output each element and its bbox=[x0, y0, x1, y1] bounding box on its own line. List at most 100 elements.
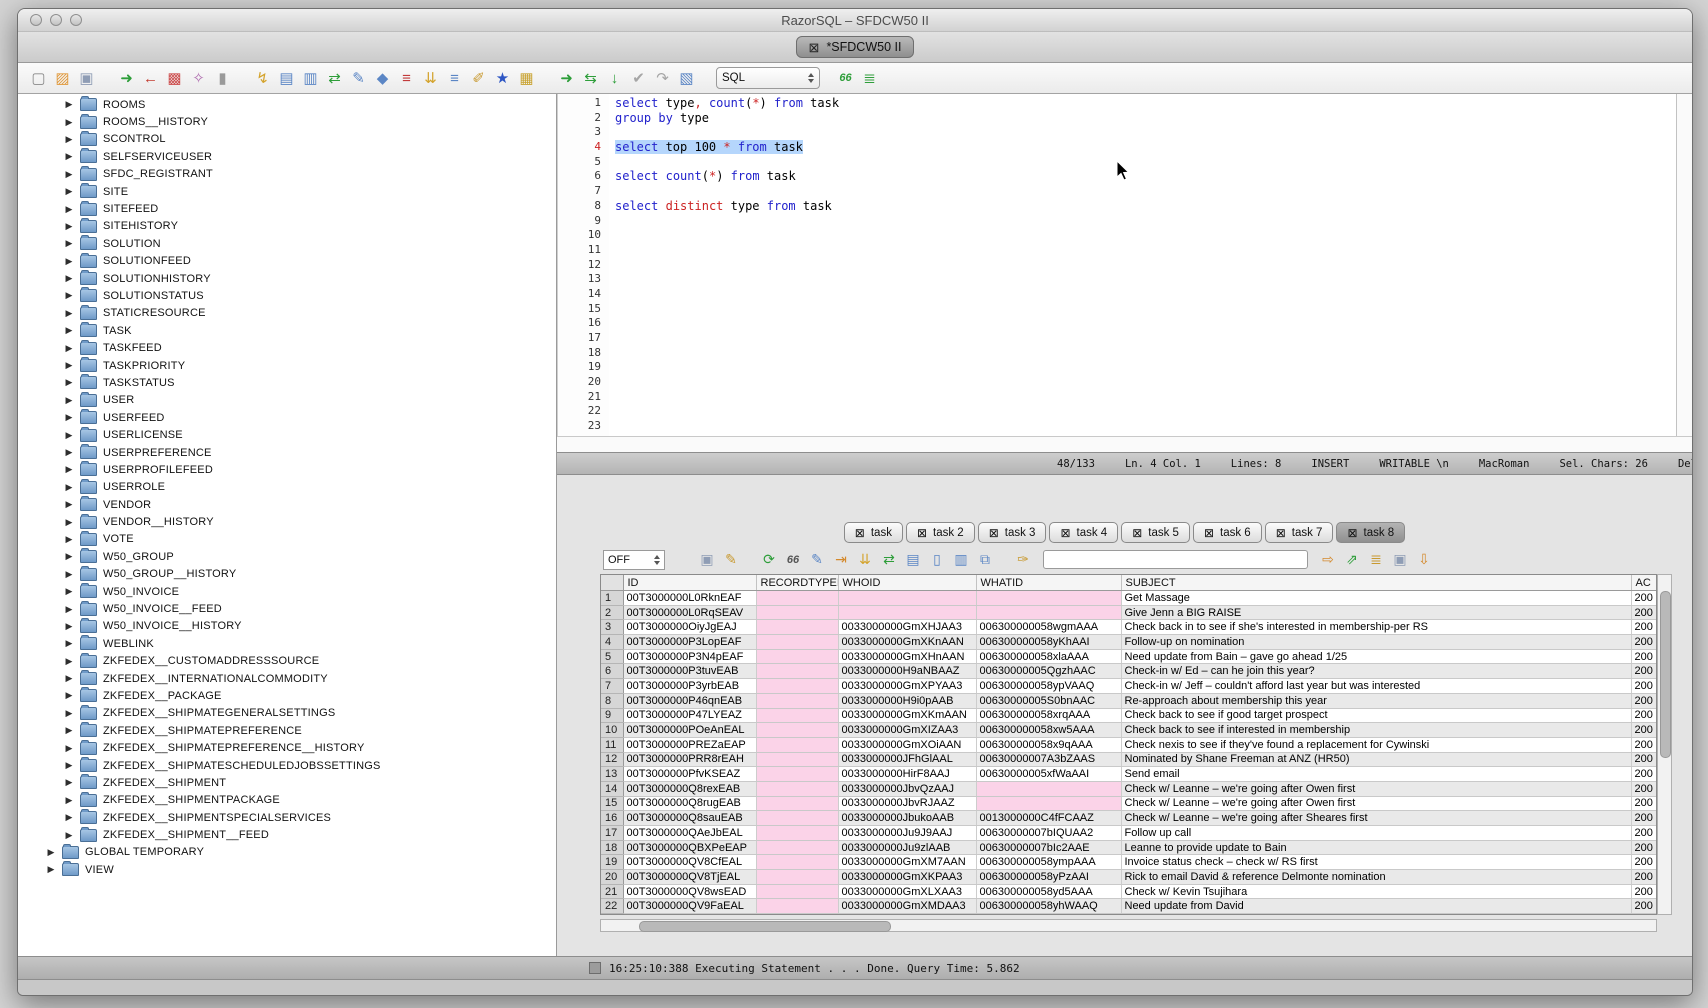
cell-recordtypeid[interactable] bbox=[756, 693, 838, 708]
cell-whatid[interactable]: 006300000058x9qAAA bbox=[976, 737, 1121, 752]
cell-recordtypeid[interactable] bbox=[756, 635, 838, 650]
cell-ac[interactable]: 200 bbox=[1631, 752, 1657, 767]
sidebar-item-userprofilefeed[interactable]: ▶USERPROFILEFEED bbox=[18, 461, 556, 478]
cell-id[interactable]: 00T3000000PfvKSEAZ bbox=[623, 767, 756, 782]
disclosure-triangle-icon[interactable]: ▶ bbox=[64, 517, 74, 528]
sidebar-item-weblink[interactable]: ▶WEBLINK bbox=[18, 635, 556, 652]
code-line[interactable] bbox=[615, 302, 1676, 317]
disclosure-triangle-icon[interactable]: ▶ bbox=[64, 256, 74, 267]
disclosure-triangle-icon[interactable]: ▶ bbox=[64, 273, 74, 284]
table-row[interactable]: 700T3000000P3yrbEAB0033000000GmXPYAA3006… bbox=[601, 679, 1657, 694]
sidebar-item-solutionhistory[interactable]: ▶SOLUTIONHISTORY bbox=[18, 270, 556, 287]
code-line[interactable] bbox=[615, 404, 1676, 419]
row-number[interactable]: 20 bbox=[601, 870, 623, 885]
code-line[interactable]: group by type bbox=[615, 111, 1676, 126]
cell-whatid[interactable] bbox=[976, 605, 1121, 620]
cell-id[interactable]: 00T3000000PRR8rEAH bbox=[623, 752, 756, 767]
cell-recordtypeid[interactable] bbox=[756, 899, 838, 914]
cell-recordtypeid[interactable] bbox=[756, 767, 838, 782]
table-row[interactable]: 1600T3000000Q8sauEAB0033000000JbukoAAB00… bbox=[601, 811, 1657, 826]
disclosure-triangle-icon[interactable]: ▶ bbox=[64, 464, 74, 475]
sidebar-item-vendor[interactable]: ▶VENDOR bbox=[18, 496, 556, 513]
sidebar-item-zkfedex-shipmentpackage[interactable]: ▶ZKFEDEX__SHIPMENTPACKAGE bbox=[18, 792, 556, 809]
cell-ac[interactable]: 200 bbox=[1631, 826, 1657, 841]
disclosure-triangle-icon[interactable]: ▶ bbox=[64, 777, 74, 788]
cell-subject[interactable]: Invoice status check – check w/ RS first bbox=[1121, 855, 1631, 870]
cell-ac[interactable]: 200 bbox=[1631, 796, 1657, 811]
sidebar-item-task[interactable]: ▶TASK bbox=[18, 322, 556, 339]
cell-whoid[interactable]: 0033000000Ju9zlAAB bbox=[838, 840, 976, 855]
row-number[interactable]: 1 bbox=[601, 591, 623, 606]
cell-id[interactable]: 00T3000000P3yrbEAB bbox=[623, 679, 756, 694]
cell-recordtypeid[interactable] bbox=[756, 840, 838, 855]
edit-sql-icon[interactable]: ✐ bbox=[468, 68, 489, 89]
close-tab-icon[interactable]: ⊠ bbox=[1347, 526, 1357, 540]
cell-whoid[interactable]: 0033000000H9aNBAAZ bbox=[838, 664, 976, 679]
disclosure-triangle-icon[interactable]: ▶ bbox=[64, 134, 74, 145]
result-tab-task-5[interactable]: ⊠task 5 bbox=[1121, 522, 1190, 543]
code-line[interactable] bbox=[615, 155, 1676, 170]
cell-subject[interactable]: Send email bbox=[1121, 767, 1631, 782]
export-page-icon[interactable]: ▥ bbox=[300, 68, 321, 89]
cell-subject[interactable]: Check w/ Leanne – we're going after Owen… bbox=[1121, 796, 1631, 811]
sidebar-item-staticresource[interactable]: ▶STATICRESOURCE bbox=[18, 305, 556, 322]
close-tab-icon[interactable]: ⊠ bbox=[989, 526, 999, 540]
cell-recordtypeid[interactable] bbox=[756, 752, 838, 767]
cell-subject[interactable]: Check-in w/ Jeff – couldn't afford last … bbox=[1121, 679, 1631, 694]
table-row[interactable]: 1800T3000000QBXPeEAP0033000000Ju9zlAAB00… bbox=[601, 840, 1657, 855]
copy-table-icon[interactable]: ⧉ bbox=[975, 550, 995, 570]
sidebar-item-zkfedex-shipment-feed[interactable]: ▶ZKFEDEX__SHIPMENT__FEED bbox=[18, 826, 556, 843]
cell-id[interactable]: 00T3000000P3tuvEAB bbox=[623, 664, 756, 679]
cell-whatid[interactable]: 006300000058wgmAAA bbox=[976, 620, 1121, 635]
sidebar-item-solution[interactable]: ▶SOLUTION bbox=[18, 235, 556, 252]
execute-lightning-icon[interactable]: ↯ bbox=[252, 68, 273, 89]
table-row[interactable]: 2100T3000000QV8wsEAD0033000000GmXLXAA300… bbox=[601, 884, 1657, 899]
view-cell-text-icon[interactable]: 66 bbox=[783, 550, 803, 570]
result-tab-task-6[interactable]: ⊠task 6 bbox=[1193, 522, 1262, 543]
sidebar-item-site[interactable]: ▶SITE bbox=[18, 183, 556, 200]
disclosure-triangle-icon[interactable]: ▶ bbox=[64, 830, 74, 841]
minimize-window-icon[interactable] bbox=[50, 14, 62, 26]
paste-note-icon[interactable]: ▧ bbox=[676, 68, 697, 89]
sql-editor[interactable]: 1234567891011121314151617181920212223 se… bbox=[557, 94, 1692, 436]
title-bar[interactable]: RazorSQL – SFDCW50 II bbox=[18, 9, 1692, 32]
table-row[interactable]: 2200T3000000QV9FaEAL0033000000GmXMDAA300… bbox=[601, 899, 1657, 914]
sql-code-area[interactable]: select type, count(*) from taskgroup by … bbox=[609, 94, 1676, 436]
cell-id[interactable]: 00T3000000L0RknEAF bbox=[623, 591, 756, 606]
cell-whoid[interactable]: 0033000000Ju9J9AAJ bbox=[838, 826, 976, 841]
row-number[interactable]: 5 bbox=[601, 649, 623, 664]
code-line[interactable] bbox=[615, 390, 1676, 405]
result-tab-task-2[interactable]: ⊠task 2 bbox=[906, 522, 975, 543]
sidebar-item-zkfedex-shipmatepreference[interactable]: ▶ZKFEDEX__SHIPMATEPREFERENCE bbox=[18, 722, 556, 739]
insert-row-icon[interactable]: ⇥ bbox=[831, 550, 851, 570]
disclosure-triangle-icon[interactable]: ▶ bbox=[64, 343, 74, 354]
cell-subject[interactable]: Follow-up on nomination bbox=[1121, 635, 1631, 650]
sidebar-item-zkfedex-internationalcommodity[interactable]: ▶ZKFEDEX__INTERNATIONALCOMMODITY bbox=[18, 670, 556, 687]
row-number[interactable]: 22 bbox=[601, 899, 623, 914]
disclosure-triangle-icon[interactable]: ▶ bbox=[64, 117, 74, 128]
export-results-icon[interactable]: ⇗ bbox=[1342, 550, 1362, 570]
cell-ac[interactable]: 200 bbox=[1631, 870, 1657, 885]
sidebar-item-w50-invoice-feed[interactable]: ▶W50_INVOICE__FEED bbox=[18, 600, 556, 617]
cell-subject[interactable]: Check-in w/ Ed – can he join this year? bbox=[1121, 664, 1631, 679]
disclosure-triangle-icon[interactable]: ▶ bbox=[64, 673, 74, 684]
cell-ac[interactable]: 200 bbox=[1631, 635, 1657, 650]
cell-recordtypeid[interactable] bbox=[756, 796, 838, 811]
disclosure-triangle-icon[interactable]: ▶ bbox=[64, 308, 74, 319]
cell-subject[interactable]: Check w/ Leanne – we're going after Shea… bbox=[1121, 811, 1631, 826]
table-row[interactable]: 1300T3000000PfvKSEAZ0033000000HirF8AAJ00… bbox=[601, 767, 1657, 782]
code-line[interactable] bbox=[615, 272, 1676, 287]
disclosure-triangle-icon[interactable]: ▶ bbox=[64, 325, 74, 336]
cell-ac[interactable]: 200 bbox=[1631, 664, 1657, 679]
sidebar-item-zkfedex-shipmatepreference-history[interactable]: ▶ZKFEDEX__SHIPMATEPREFERENCE__HISTORY bbox=[18, 739, 556, 756]
disclosure-triangle-icon[interactable]: ▶ bbox=[64, 760, 74, 771]
row-number[interactable]: 11 bbox=[601, 737, 623, 752]
table-row[interactable]: 200T3000000L0RqSEAVGive Jenn a BIG RAISE… bbox=[601, 605, 1657, 620]
cell-whatid[interactable]: 00630000007bIc2AAE bbox=[976, 840, 1121, 855]
cell-id[interactable]: 00T3000000PREZaEAP bbox=[623, 737, 756, 752]
row-number[interactable]: 6 bbox=[601, 664, 623, 679]
sidebar-item-zkfedex-shipment[interactable]: ▶ZKFEDEX__SHIPMENT bbox=[18, 774, 556, 791]
cell-ac[interactable]: 200 bbox=[1631, 781, 1657, 796]
column-list-icon[interactable]: ≡ bbox=[396, 68, 417, 89]
cell-ac[interactable]: 200 bbox=[1631, 693, 1657, 708]
